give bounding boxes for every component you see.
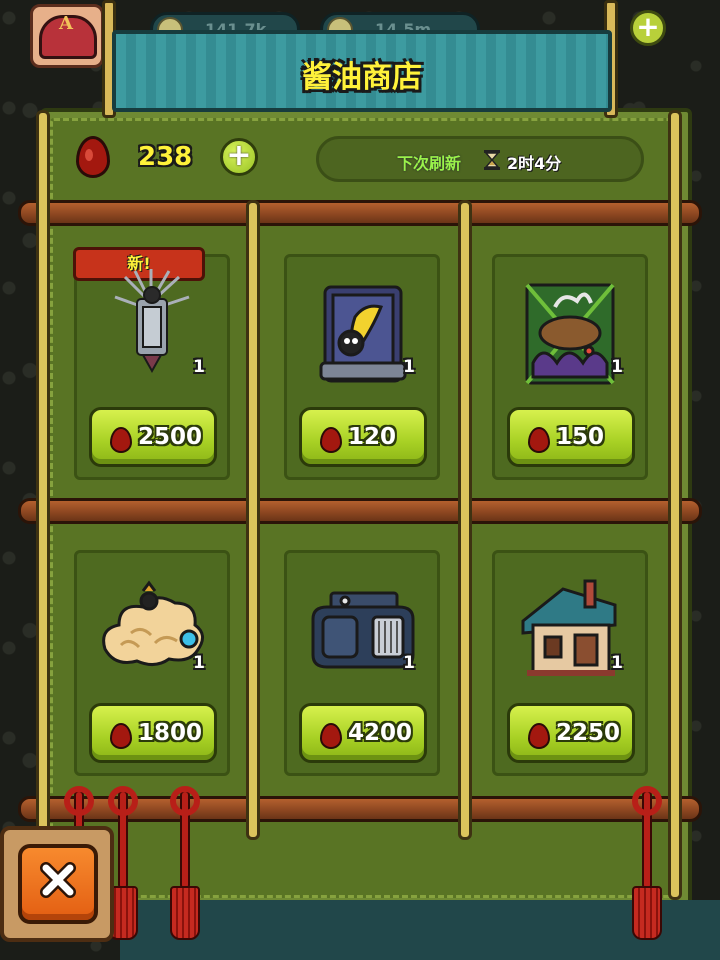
player-avatar[interactable]: A	[30, 4, 104, 68]
item-quantity: 1	[193, 357, 205, 377]
refresh-timer: 下次刷新 2时4分	[316, 136, 644, 182]
item-quantity: 1	[611, 653, 623, 673]
buy-button[interactable]: 2250	[507, 703, 635, 763]
refresh-time: 2时4分	[507, 154, 562, 173]
soy-drop-icon	[320, 427, 342, 453]
item-quantity: 1	[403, 357, 415, 377]
currency-display: 238 +	[76, 136, 266, 182]
item-price: 150	[556, 424, 605, 450]
buy-button[interactable]: 4200	[299, 703, 427, 763]
close-button[interactable]	[18, 844, 98, 924]
item-price: 4200	[348, 720, 413, 746]
close-icon	[40, 862, 76, 898]
item-quantity: 1	[611, 357, 623, 377]
item-quantity: 1	[403, 653, 415, 673]
tassel-decoration	[108, 786, 138, 940]
soy-drop-icon	[110, 427, 132, 453]
item-price: 2500	[138, 424, 203, 450]
buy-button[interactable]: 120	[299, 407, 427, 467]
shop-item[interactable]: 1 150	[492, 254, 648, 480]
item-price: 1800	[138, 720, 203, 746]
tassel-decoration	[632, 786, 662, 940]
refresh-label: 下次刷新	[397, 154, 462, 173]
soy-drop-icon	[110, 723, 132, 749]
frame-stick-1	[246, 200, 260, 840]
avatar-letter: A	[59, 13, 73, 34]
frame-stick-right	[668, 110, 682, 900]
middle-pole	[18, 498, 702, 524]
item-quantity: 1	[193, 653, 205, 673]
shop-item[interactable]: 1 1800	[74, 550, 230, 776]
shop-item[interactable]: 1 4200	[284, 550, 440, 776]
shop-item[interactable]: 1 2250	[492, 550, 648, 776]
frame-stick-left	[36, 110, 50, 900]
buy-button[interactable]: 1800	[89, 703, 217, 763]
bottom-hud	[120, 900, 720, 960]
tassel-decoration	[170, 786, 200, 940]
buy-button[interactable]: 2500	[89, 407, 217, 467]
shop-item[interactable]: 1 120	[284, 254, 440, 480]
frame-stick-2	[458, 200, 472, 840]
soy-drop-icon	[320, 723, 342, 749]
soy-drop-icon	[528, 427, 550, 453]
buy-button[interactable]: 150	[507, 407, 635, 467]
add-currency-button[interactable]: +	[220, 138, 258, 176]
hourglass-icon	[484, 150, 500, 170]
close-frame	[0, 826, 114, 942]
soy-drop-icon	[76, 136, 110, 178]
shop-item[interactable]: 新! 1 2500	[73, 247, 230, 480]
currency-value: 238	[138, 142, 193, 172]
shop-title: 酱油商店	[302, 60, 422, 95]
title-banner: 酱油商店	[112, 30, 612, 112]
item-price: 120	[348, 424, 397, 450]
hud-add-button[interactable]: +	[630, 10, 666, 46]
top-pole	[18, 200, 702, 226]
item-price: 2250	[556, 720, 621, 746]
soy-drop-icon	[528, 723, 550, 749]
